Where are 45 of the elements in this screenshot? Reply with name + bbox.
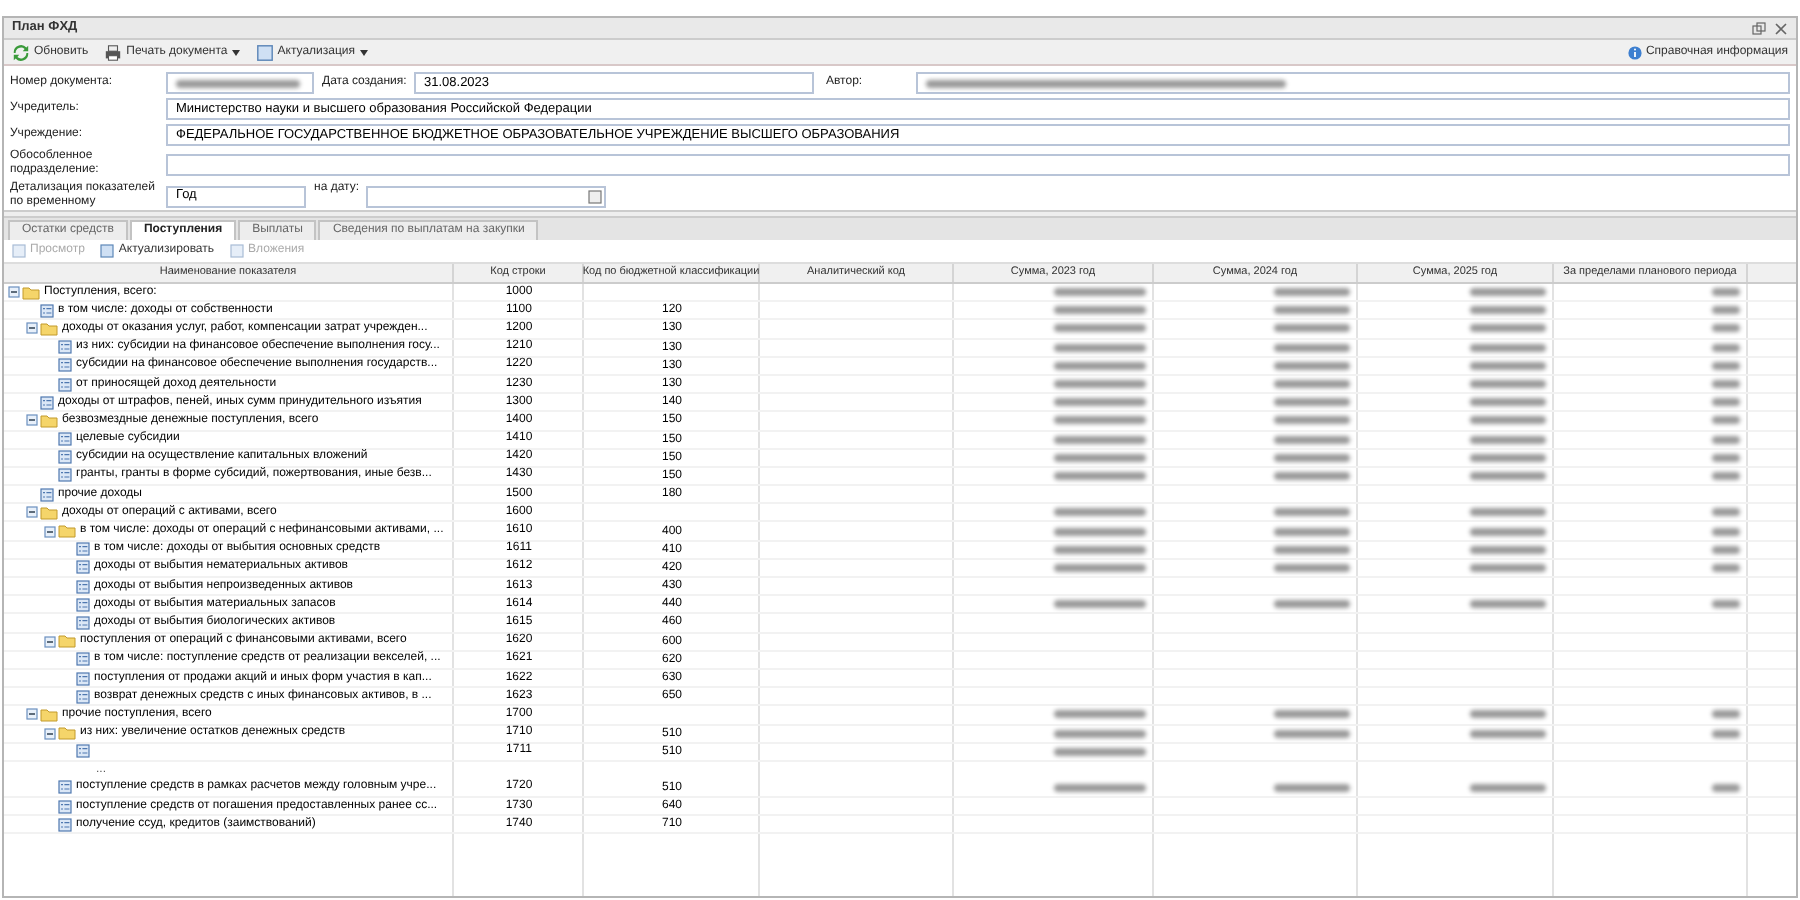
- folder-icon: [40, 413, 58, 428]
- folder-icon: [40, 321, 58, 336]
- refresh-icon: [12, 43, 30, 61]
- calendar-icon: [588, 189, 602, 203]
- collapse-icon[interactable]: [26, 506, 38, 519]
- document-icon: [230, 244, 245, 258]
- info-icon: [1627, 45, 1642, 59]
- date-field[interactable]: [366, 185, 606, 207]
- table-row-icon: [58, 340, 72, 355]
- folder-icon: [58, 634, 76, 649]
- collapse-icon[interactable]: [44, 635, 56, 648]
- collapse-icon[interactable]: [8, 286, 20, 299]
- table-row-icon: [58, 450, 72, 465]
- table-row-icon: [76, 671, 90, 686]
- collapse-icon[interactable]: [44, 727, 56, 740]
- document-icon: [12, 244, 26, 258]
- table-row-icon: [58, 432, 72, 447]
- table-row-icon: [76, 689, 90, 704]
- input-field[interactable]: [916, 72, 1790, 94]
- table-row-icon: [76, 597, 90, 612]
- table-row-icon: [40, 487, 54, 502]
- collapse-icon[interactable]: [44, 525, 56, 538]
- table-row-icon: [76, 615, 90, 630]
- table-row-icon: [58, 817, 72, 832]
- window-icon: [255, 43, 274, 61]
- collapse-icon[interactable]: [26, 708, 38, 721]
- table-row-icon: [40, 395, 54, 410]
- document-icon: [100, 244, 115, 258]
- collapse-icon[interactable]: [26, 322, 38, 335]
- close-icon[interactable]: [1774, 21, 1788, 35]
- input-field[interactable]: [166, 72, 314, 94]
- table-row-icon: [58, 468, 72, 483]
- table-row-icon: [58, 780, 72, 795]
- table-row-icon: [76, 744, 90, 759]
- table-row-icon: [40, 303, 54, 318]
- table-row-icon: [58, 358, 72, 373]
- restore-icon[interactable]: [1752, 21, 1766, 35]
- table-row-icon: [58, 799, 72, 814]
- collapse-icon[interactable]: [26, 414, 38, 427]
- table-row-icon: [76, 579, 90, 594]
- table-row-icon: [76, 560, 90, 575]
- table-row-icon: [76, 652, 90, 667]
- table-row-icon: [58, 377, 72, 392]
- input-field[interactable]: [166, 153, 1790, 175]
- table-row-icon: [76, 542, 90, 557]
